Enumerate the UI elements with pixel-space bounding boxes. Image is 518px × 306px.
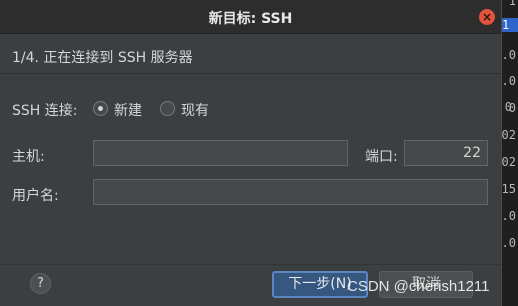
radio-existing[interactable] [160,101,175,116]
new-target-dialog: 新目标: SSH × 1/4. 正在连接到 SSH 服务器 SSH 连接: 新建… [0,0,502,306]
username-input[interactable] [93,179,488,205]
radio-new-label[interactable]: 新建 [114,100,142,120]
background-strip-text: 02 [501,128,516,142]
radio-new[interactable] [93,101,108,116]
radio-existing-label[interactable]: 现有 [181,100,209,120]
ssh-connection-label: SSH 连接: [12,103,78,119]
step-text: 1/4. 正在连接到 SSH 服务器 [12,50,193,66]
watermark: CSDN @cherish1211 [347,278,490,295]
background-strip-text: 02 [501,155,516,169]
background-strip-text: 15 [501,182,516,196]
background-strip-text: 1 [500,18,518,32]
help-icon[interactable]: ? [30,273,51,294]
background-strip-text: 1 [508,0,516,8]
dialog-titlebar[interactable]: 新目标: SSH × [0,0,501,34]
background-strip-text: .0 [501,209,516,223]
port-input[interactable] [404,140,488,166]
host-input[interactable] [93,140,348,166]
host-label: 主机: [12,149,45,165]
step-header: 1/4. 正在连接到 SSH 服务器 [0,35,501,74]
dialog-title: 新目标: SSH [208,11,293,27]
port-label: 端口: [365,149,398,165]
username-label: 用户名: [12,188,59,204]
close-icon[interactable]: × [479,9,495,25]
background-strip-text: .0 [501,74,516,88]
background-strip-text: .0 [501,48,516,62]
